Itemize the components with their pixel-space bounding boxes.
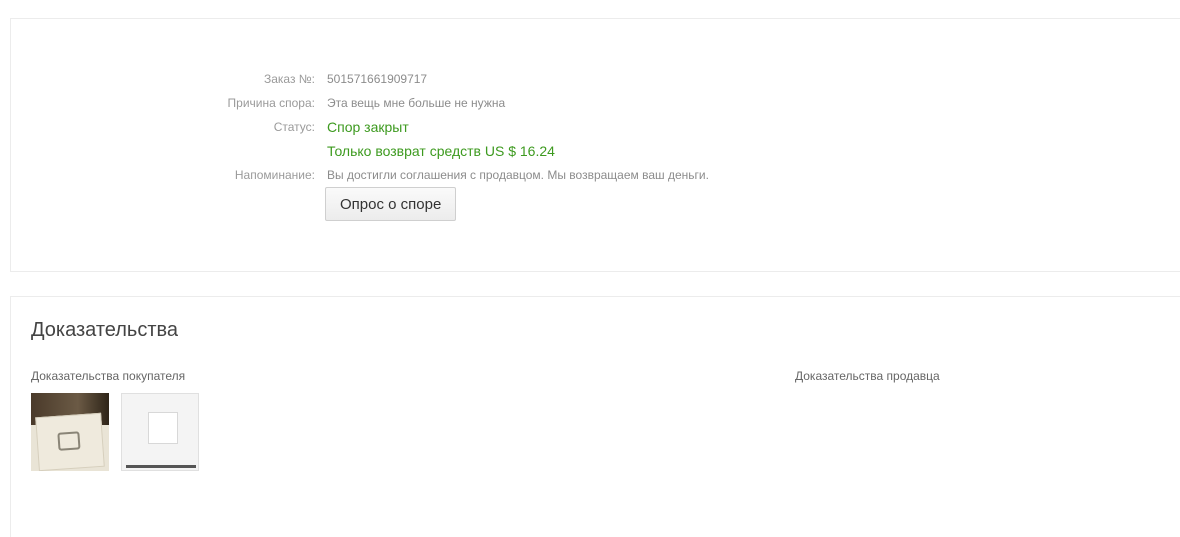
- seller-evidence-label: Доказательства продавца: [795, 369, 940, 383]
- notice-label: Напоминание:: [234, 168, 315, 182]
- notice-row: Напоминание: Вы достигли соглашения с пр…: [11, 163, 1111, 187]
- evidence-title: Доказательства: [31, 319, 179, 341]
- order-number-label: Заказ №:: [263, 72, 315, 86]
- buyer-evidence-thumbnail-2[interactable]: [121, 393, 199, 471]
- dispute-reason-value: Эта вещь мне больше не нужна: [327, 96, 506, 110]
- status-label: Статус:: [273, 120, 315, 134]
- evidence-panel: Доказательства Доказательства покупателя…: [10, 296, 1180, 537]
- status-value: Спор закрыт: [327, 119, 409, 135]
- notice-value: Вы достигли соглашения с продавцом. Мы в…: [327, 168, 709, 182]
- thumbnail-card: [35, 412, 105, 471]
- refund-value: Только возврат средств US $ 16.24: [327, 143, 555, 159]
- thumbnail-label-tag: [148, 412, 178, 444]
- card-mark-icon: [57, 431, 81, 451]
- status-row: Статус: Спор закрыт: [11, 115, 1111, 139]
- dispute-survey-button[interactable]: Опрос о споре: [325, 187, 457, 221]
- order-row: Заказ №: 501571661909717: [11, 67, 1111, 91]
- dispute-page: Заказ №: 501571661909717 Причина спора: …: [0, 0, 1180, 537]
- order-number-value: 501571661909717: [327, 72, 428, 86]
- refund-row: Только возврат средств US $ 16.24: [11, 139, 1111, 163]
- dispute-reason-label: Причина спора:: [227, 96, 315, 110]
- reason-row: Причина спора: Эта вещь мне больше не ну…: [11, 91, 1111, 115]
- dispute-info-panel: Заказ №: 501571661909717 Причина спора: …: [10, 18, 1180, 272]
- buyer-evidence-thumbnail-1[interactable]: [31, 393, 109, 471]
- buyer-evidence-label: Доказательства покупателя: [31, 369, 186, 383]
- thumbnail-underline: [126, 465, 196, 468]
